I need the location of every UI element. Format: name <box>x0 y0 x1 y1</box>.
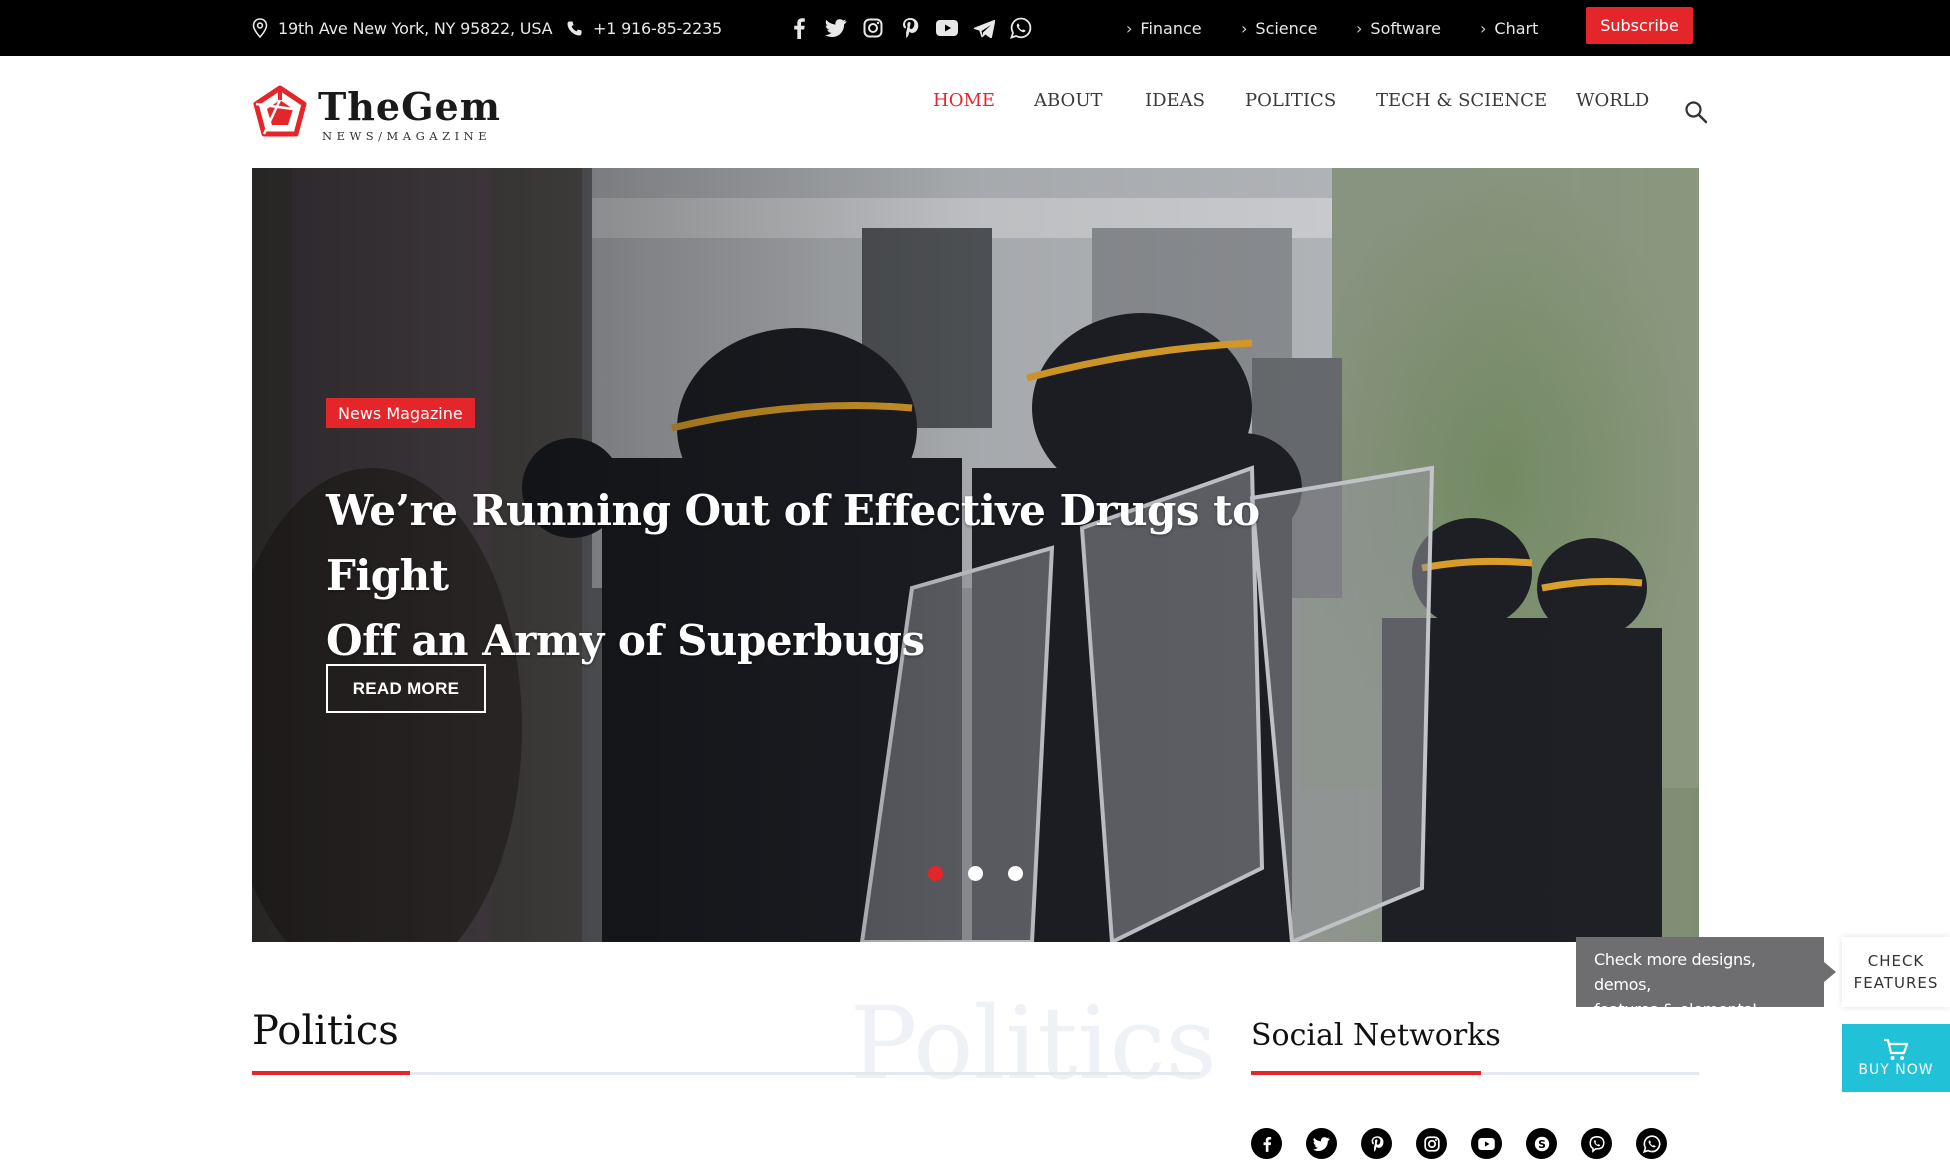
nav-item-home[interactable]: HOME <box>933 90 995 111</box>
nav-item-world[interactable]: WORLD <box>1576 90 1649 111</box>
slider-dot-2[interactable] <box>968 866 983 881</box>
chevron-right-icon: › <box>1126 18 1133 38</box>
instagram-icon[interactable] <box>860 14 885 42</box>
address-info: 19th Ave New York, NY 95822, USA <box>252 0 553 56</box>
topbar-link-label: Finance <box>1140 18 1202 38</box>
facebook-icon[interactable] <box>1251 1128 1282 1159</box>
nav-item-about[interactable]: ABOUT <box>1034 90 1103 111</box>
slider-dot-1[interactable] <box>928 866 943 881</box>
social-networks-icons: S <box>1251 1128 1667 1159</box>
check-features-button[interactable]: CHECK FEATURES <box>1842 937 1950 1007</box>
logo-title: TheGem <box>318 84 501 129</box>
topbar-link-chart[interactable]: › Chart <box>1480 0 1538 56</box>
search-button[interactable] <box>1684 100 1710 126</box>
phone-icon <box>567 21 582 35</box>
telegram-icon[interactable] <box>971 14 996 42</box>
promo-tooltip: Check more designs, demos, features & el… <box>1576 937 1836 1019</box>
top-bar: 19th Ave New York, NY 95822, USA +1 916-… <box>0 0 1950 56</box>
slider-dots <box>928 866 1023 881</box>
location-pin-icon <box>252 18 268 38</box>
viber-icon[interactable] <box>1581 1128 1612 1159</box>
youtube-icon[interactable] <box>1471 1128 1502 1159</box>
buy-now-label: BUY NOW <box>1858 1062 1934 1078</box>
instagram-icon[interactable] <box>1416 1128 1447 1159</box>
facebook-icon[interactable] <box>786 14 811 42</box>
read-more-button[interactable]: READ MORE <box>326 664 486 713</box>
phone-info[interactable]: +1 916-85-2235 <box>566 0 722 56</box>
whatsapp-icon[interactable] <box>1636 1128 1667 1159</box>
phone-text: +1 916-85-2235 <box>593 18 723 38</box>
whatsapp-icon[interactable] <box>1008 14 1033 42</box>
top-social-icons <box>786 14 1033 42</box>
politics-accent-line <box>252 1071 410 1075</box>
check-features-label-1: CHECK <box>1867 952 1925 970</box>
category-badge[interactable]: News Magazine <box>326 398 475 428</box>
politics-watermark: Politics <box>850 985 1217 1102</box>
nav-item-tech-science[interactable]: TECH & SCIENCE <box>1376 90 1547 111</box>
logo-subtitle: NEWS/MAGAZINE <box>322 129 492 143</box>
chevron-right-icon: › <box>1241 18 1248 38</box>
cart-icon <box>1884 1038 1909 1060</box>
chevron-right-icon: › <box>1480 18 1487 38</box>
hero-headline[interactable]: We’re Running Out of Effective Drugs to … <box>326 478 1376 673</box>
check-features-label-2: FEATURES <box>1853 974 1939 992</box>
topbar-link-science[interactable]: › Science <box>1241 0 1317 56</box>
nav-item-ideas[interactable]: IDEAS <box>1145 90 1205 111</box>
youtube-icon[interactable] <box>934 14 959 42</box>
social-networks-heading: Social Networks <box>1251 1018 1501 1053</box>
politics-heading: Politics <box>252 1008 399 1054</box>
twitter-icon[interactable] <box>1306 1128 1337 1159</box>
topbar-link-software[interactable]: › Software <box>1356 0 1441 56</box>
svg-text:S: S <box>1538 1138 1546 1151</box>
skype-icon[interactable]: S <box>1526 1128 1557 1159</box>
topbar-link-label: Science <box>1255 18 1318 38</box>
topbar-link-label: Chart <box>1494 18 1539 38</box>
subscribe-button[interactable]: Subscribe <box>1586 7 1693 44</box>
nav-item-politics[interactable]: POLITICS <box>1245 90 1336 111</box>
hero-slider[interactable]: News Magazine We’re Running Out of Effec… <box>252 168 1699 942</box>
pinterest-icon[interactable] <box>1361 1128 1392 1159</box>
address-text: 19th Ave New York, NY 95822, USA <box>278 18 553 38</box>
chevron-right-icon: › <box>1356 18 1363 38</box>
headline-line-1: We’re Running Out of Effective Drugs to … <box>326 486 1260 600</box>
promo-tooltip-line-1: Check more designs, demos, <box>1594 950 1756 994</box>
social-accent-line <box>1251 1071 1481 1075</box>
search-icon <box>1685 101 1708 124</box>
slider-dot-3[interactable] <box>1008 866 1023 881</box>
promo-tooltip-line-2: features & elements! <box>1594 1000 1758 1019</box>
pinterest-icon[interactable] <box>897 14 922 42</box>
twitter-icon[interactable] <box>823 14 848 42</box>
topbar-link-label: Software <box>1370 18 1441 38</box>
pentagon-logo-icon <box>253 85 307 137</box>
buy-now-button[interactable]: BUY NOW <box>1842 1024 1950 1092</box>
topbar-link-finance[interactable]: › Finance <box>1126 0 1202 56</box>
